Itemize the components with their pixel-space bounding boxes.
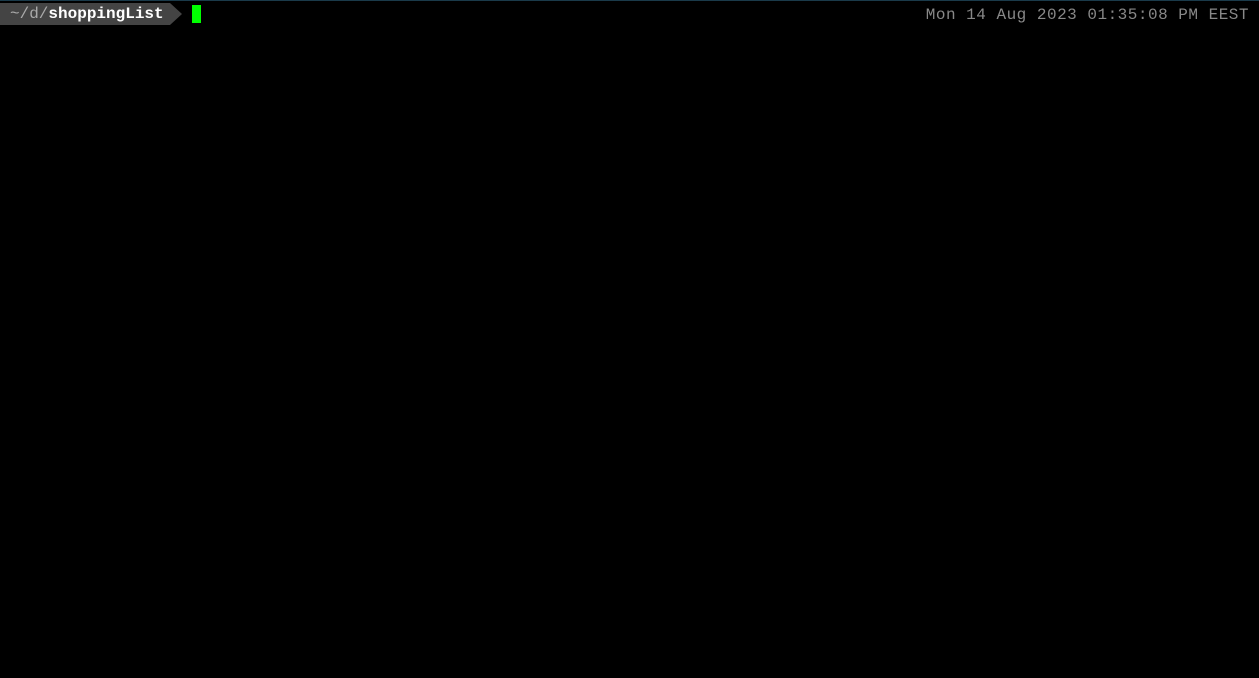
terminal-cursor[interactable]	[192, 5, 201, 23]
prompt-container: ~/d/shoppingList	[0, 3, 182, 25]
prompt-path-prefix: ~/d/	[10, 4, 48, 24]
prompt-path-segment: ~/d/shoppingList	[0, 3, 170, 25]
datetime-display: Mon 14 Aug 2023 01:35:08 PM EEST	[926, 5, 1249, 25]
prompt-arrow-icon	[170, 3, 182, 25]
terminal-body[interactable]	[0, 23, 1259, 674]
prompt-path-current: shoppingList	[48, 4, 163, 24]
